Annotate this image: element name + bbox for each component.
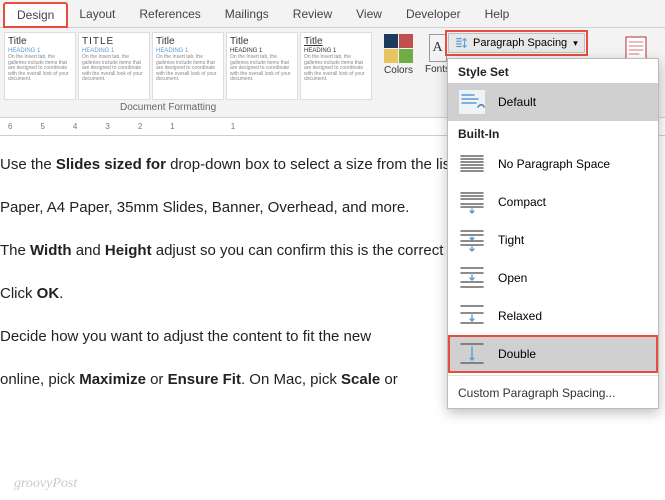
dropdown-section-style-set: Style Set: [448, 59, 658, 83]
ribbon-group-label: Document Formatting: [120, 102, 216, 113]
tab-developer[interactable]: Developer: [394, 3, 473, 25]
paragraph-spacing-button[interactable]: Paragraph Spacing ▾: [448, 33, 585, 53]
dropdown-separator: [448, 375, 658, 376]
dropdown-item-label: Double: [498, 347, 536, 361]
fonts-icon: A: [429, 34, 447, 62]
paragraph-spacing-label: Paragraph Spacing: [473, 37, 567, 49]
gallery-style-1[interactable]: Title Heading 1 On the Insert tab, the g…: [4, 32, 76, 100]
tab-review[interactable]: Review: [281, 3, 344, 25]
spacing-tight-icon: [458, 227, 486, 253]
default-style-icon: [458, 89, 486, 115]
dropdown-item-compact[interactable]: Compact: [448, 183, 658, 221]
tab-design[interactable]: Design: [4, 3, 67, 27]
dropdown-item-open[interactable]: Open: [448, 259, 658, 297]
tab-mailings[interactable]: Mailings: [213, 3, 281, 25]
tab-references[interactable]: References: [127, 3, 212, 25]
dropdown-item-label: Default: [498, 95, 536, 109]
paragraph-spacing-dropdown: Style Set Default Built-In No Paragraph …: [447, 58, 659, 409]
spacing-compact-icon: [458, 189, 486, 215]
spacing-double-icon: [458, 341, 486, 367]
dropdown-item-label: Relaxed: [498, 309, 542, 323]
dropdown-item-label: Open: [498, 271, 527, 285]
dropdown-item-tight[interactable]: Tight: [448, 221, 658, 259]
tab-layout[interactable]: Layout: [67, 3, 127, 25]
colors-button[interactable]: Colors: [382, 32, 415, 78]
dropdown-item-label: Compact: [498, 195, 546, 209]
ribbon-tabs: Design Layout References Mailings Review…: [0, 0, 665, 28]
watermark-text: groovyPost: [14, 476, 77, 492]
spacing-relaxed-icon: [458, 303, 486, 329]
colors-icon: [384, 34, 413, 63]
gallery-style-2[interactable]: TITLE HEADING 1 On the Insert tab, the g…: [78, 32, 150, 100]
dropdown-section-built-in: Built-In: [448, 121, 658, 145]
paragraph-spacing-icon: [455, 36, 469, 50]
spacing-open-icon: [458, 265, 486, 291]
spacing-none-icon: [458, 151, 486, 177]
gallery-style-5[interactable]: Title Heading 1 On the Insert tab, the g…: [300, 32, 372, 100]
gallery-style-3[interactable]: Title Heading 1 On the Insert tab, the g…: [152, 32, 224, 100]
tab-view[interactable]: View: [344, 3, 394, 25]
dropdown-item-custom-spacing[interactable]: Custom Paragraph Spacing...: [448, 378, 658, 404]
dropdown-item-no-paragraph-space[interactable]: No Paragraph Space: [448, 145, 658, 183]
dropdown-item-default[interactable]: Default: [448, 83, 658, 121]
dropdown-item-double[interactable]: Double: [448, 335, 658, 373]
chevron-down-icon: ▾: [573, 38, 578, 49]
tab-help[interactable]: Help: [473, 3, 522, 25]
gallery-style-4[interactable]: Title HEADING 1 On the Insert tab, the g…: [226, 32, 298, 100]
dropdown-item-relaxed[interactable]: Relaxed: [448, 297, 658, 335]
dropdown-item-label: No Paragraph Space: [498, 157, 610, 171]
dropdown-item-label: Tight: [498, 233, 524, 247]
